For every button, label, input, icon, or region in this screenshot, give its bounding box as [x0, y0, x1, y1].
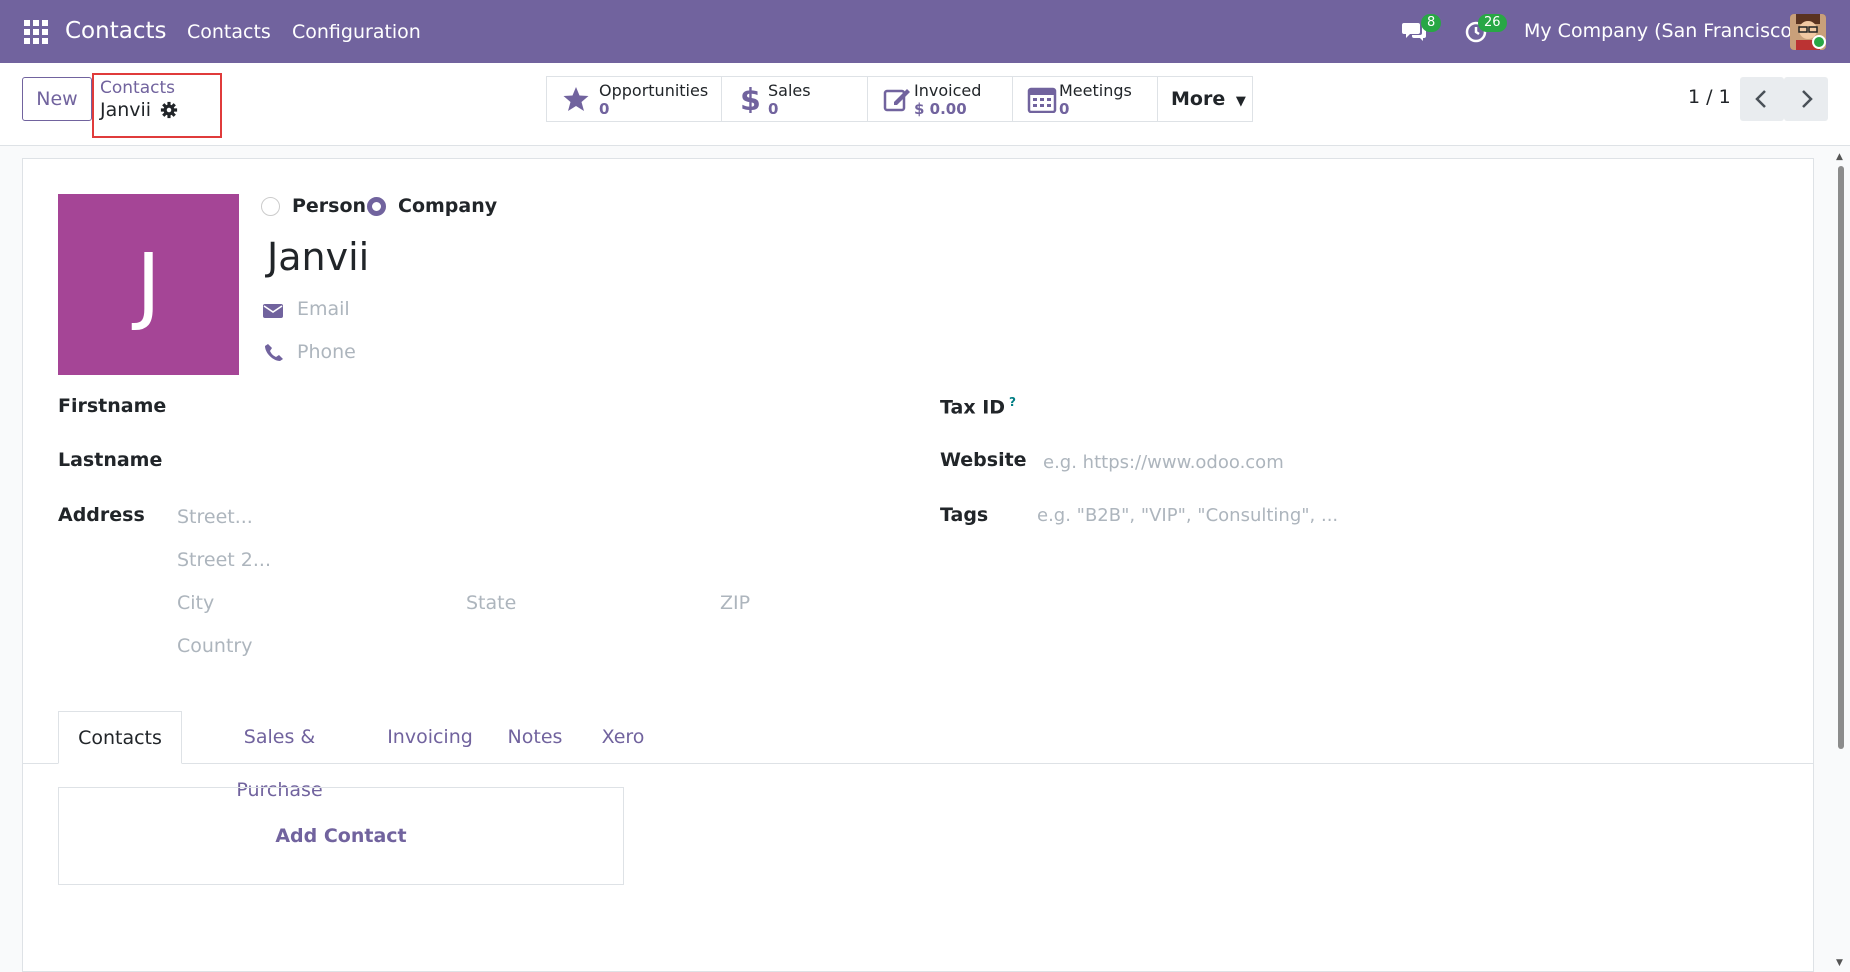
- envelope-icon: [263, 304, 283, 318]
- website-input[interactable]: e.g. https://www.odoo.com: [1043, 452, 1284, 473]
- control-panel: New Contacts Janvii Opportunities 0 $ Sa…: [0, 63, 1850, 146]
- edit-icon: [883, 89, 910, 112]
- zip-input[interactable]: ZIP: [720, 592, 750, 614]
- website-label: Website: [940, 449, 1027, 471]
- app-title[interactable]: Contacts: [65, 18, 166, 44]
- scroll-up-icon[interactable]: ▲: [1836, 152, 1843, 162]
- taxid-label: Tax ID?: [940, 395, 1017, 419]
- smart-buttons: Opportunities 0 $ Sales 0 Invoiced $ 0.0…: [546, 76, 1253, 122]
- chevron-right-icon: [1802, 90, 1813, 108]
- invoiced-button[interactable]: Invoiced $ 0.00: [868, 77, 1013, 121]
- dollar-icon: $: [740, 85, 761, 113]
- opportunities-button[interactable]: Opportunities 0: [547, 77, 722, 121]
- more-button[interactable]: More ▼: [1158, 77, 1252, 121]
- add-contact-button[interactable]: Add Contact: [58, 787, 624, 885]
- contact-name-input[interactable]: Janvii: [267, 235, 369, 279]
- state-select[interactable]: State: [466, 592, 516, 614]
- help-tooltip-icon[interactable]: ?: [1009, 395, 1016, 409]
- street-input[interactable]: Street...: [177, 506, 253, 528]
- caret-down-icon: ▼: [1235, 94, 1246, 109]
- tab-contacts[interactable]: Contacts: [58, 711, 182, 764]
- city-input[interactable]: City: [177, 592, 214, 614]
- scrollbar[interactable]: ▲ ▼: [1835, 152, 1846, 972]
- svg-text:$: $: [740, 85, 761, 113]
- meetings-button[interactable]: Meetings 0: [1013, 77, 1158, 121]
- breadcrumb-parent[interactable]: Contacts: [100, 78, 175, 98]
- company-label[interactable]: Company: [398, 195, 497, 217]
- company-switcher[interactable]: My Company (San Francisco): [1524, 20, 1799, 42]
- form-sheet: J Person Company Janvii Email Phone Firs…: [22, 158, 1814, 972]
- scroll-down-icon[interactable]: ▼: [1836, 958, 1843, 968]
- pager-value[interactable]: 1 / 1: [1688, 86, 1731, 108]
- phone-input[interactable]: Phone: [297, 341, 356, 363]
- messages-badge: 8: [1421, 14, 1442, 32]
- gear-icon[interactable]: [160, 101, 178, 119]
- online-status-icon: [1812, 35, 1826, 49]
- tags-input[interactable]: e.g. "B2B", "VIP", "Consulting", ...: [1037, 505, 1338, 526]
- email-input[interactable]: Email: [297, 298, 350, 320]
- person-radio[interactable]: [261, 197, 280, 216]
- new-button[interactable]: New: [22, 77, 92, 121]
- company-radio[interactable]: [367, 197, 386, 216]
- lastname-label: Lastname: [58, 449, 163, 471]
- menu-contacts[interactable]: Contacts: [187, 21, 271, 43]
- person-label[interactable]: Person: [292, 195, 366, 217]
- apps-grid-icon[interactable]: [24, 20, 48, 44]
- tags-label: Tags: [940, 504, 989, 526]
- tab-invoicing[interactable]: Invoicing: [381, 711, 479, 764]
- breadcrumb: Contacts Janvii: [92, 73, 222, 138]
- calendar-icon: [1027, 87, 1057, 113]
- contact-avatar[interactable]: J: [58, 194, 239, 375]
- pager-previous-button[interactable]: [1740, 77, 1784, 121]
- pager-next-button[interactable]: [1784, 77, 1828, 121]
- tab-sales-purchase[interactable]: Sales & Purchase: [200, 711, 359, 801]
- top-navbar: Contacts Contacts Configuration 8 26 My …: [0, 0, 1850, 63]
- breadcrumb-current: Janvii: [100, 99, 152, 121]
- sales-button[interactable]: $ Sales 0: [722, 77, 868, 121]
- activities-badge: 26: [1478, 14, 1507, 32]
- firstname-label: Firstname: [58, 395, 167, 417]
- notebook-tabs: Contacts Sales & Purchase Invoicing Note…: [23, 711, 1813, 801]
- street2-input[interactable]: Street 2...: [177, 549, 271, 571]
- scrollbar-thumb[interactable]: [1838, 166, 1844, 749]
- tab-xero[interactable]: Xero: [591, 711, 655, 764]
- star-icon: [563, 87, 589, 111]
- address-label: Address: [58, 504, 145, 526]
- tab-notes[interactable]: Notes: [499, 711, 571, 764]
- country-select[interactable]: Country: [177, 635, 252, 657]
- phone-icon: [265, 344, 283, 361]
- chevron-left-icon: [1755, 90, 1766, 108]
- menu-configuration[interactable]: Configuration: [292, 21, 421, 43]
